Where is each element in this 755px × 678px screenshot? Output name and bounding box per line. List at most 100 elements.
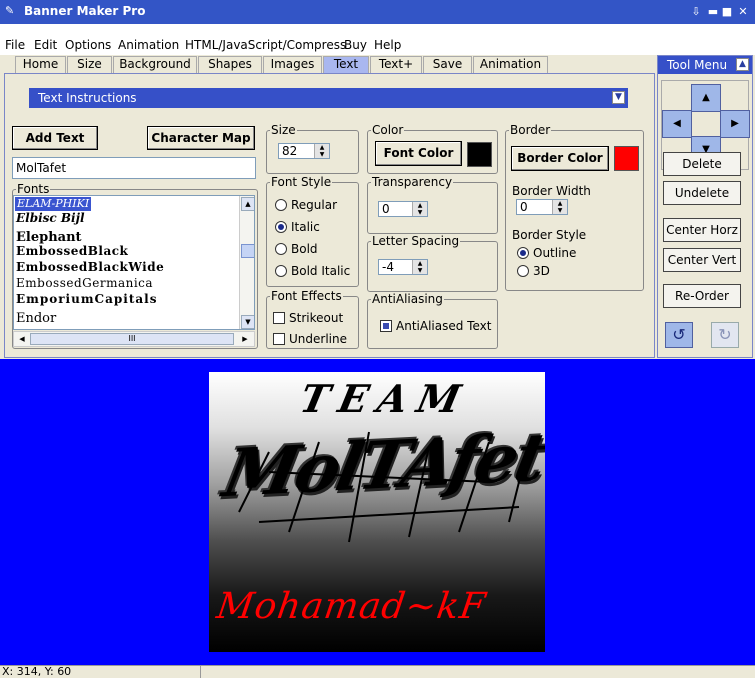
spinner-arrows-icon[interactable]: ▲ ▼ (412, 202, 427, 216)
font-style-label: Font Style (270, 175, 333, 189)
spinner-arrows-icon[interactable]: ▲ ▼ (314, 144, 329, 158)
tab-shapes[interactable]: Shapes (198, 56, 262, 73)
scroll-thumb[interactable] (241, 244, 254, 258)
border-label: Border (509, 123, 552, 137)
tab-text-plus[interactable]: Text+ (370, 56, 422, 73)
fonts-vertical-scrollbar[interactable]: ▲ ▼ (239, 196, 254, 329)
font-item[interactable]: Endor (16, 311, 56, 326)
tab-animation[interactable]: Animation (473, 56, 548, 73)
text-instructions-label: Text Instructions (38, 91, 137, 105)
app-icon: ✎ (5, 4, 15, 17)
font-item[interactable]: ELAM-PHIKI (15, 197, 92, 211)
antialiasing-label: AntiAliasing (371, 292, 444, 306)
font-item[interactable]: EmbossedBlackWide (16, 260, 164, 274)
font-item[interactable]: EmbossedBlack (16, 244, 128, 258)
menu-html-javascript-compress[interactable]: HTML/JavaScript/Compress (185, 38, 346, 52)
tab-images[interactable]: Images (263, 56, 322, 73)
bold-label: Bold (291, 242, 318, 256)
radio-bold-italic[interactable] (275, 265, 287, 277)
status-divider (200, 666, 201, 678)
color-label: Color (371, 123, 405, 137)
font-item[interactable]: EmbossedGermanica (16, 276, 153, 290)
border-style-label: Border Style (512, 228, 587, 242)
rotate-left-icon[interactable]: ↺ (665, 322, 693, 348)
nudge-right-button[interactable]: ▶ (720, 110, 750, 138)
chevron-down-icon[interactable]: ▼ (612, 91, 625, 104)
radio-outline[interactable] (517, 247, 529, 259)
menu-edit[interactable]: Edit (34, 38, 57, 52)
font-item[interactable]: EmporiumCapitals (16, 292, 157, 306)
chevron-up-icon[interactable]: ▲ (736, 58, 749, 71)
window-title: Banner Maker Pro (24, 4, 146, 18)
antialiased-checkbox[interactable] (380, 320, 392, 332)
bold-italic-label: Bold Italic (291, 264, 351, 278)
menu-buy[interactable]: Buy (344, 38, 367, 52)
scroll-left-icon[interactable]: ◀ (15, 333, 29, 345)
radio-italic[interactable] (275, 221, 287, 233)
italic-label: Italic (291, 220, 320, 234)
font-color-swatch[interactable] (467, 142, 492, 167)
scroll-down-icon[interactable]: ▼ (241, 315, 254, 329)
menu-file[interactable]: File (5, 38, 25, 52)
border-width-spinner[interactable]: 0 ▲ ▼ (516, 199, 568, 215)
fonts-list[interactable]: ELAM-PHIKI Elbisc Bijl Elephant Embossed… (13, 195, 255, 330)
font-color-button[interactable]: Font Color (375, 141, 462, 166)
collapse-button[interactable]: ⇩ (688, 5, 704, 19)
menu-animation[interactable]: Animation (118, 38, 179, 52)
nudge-up-button[interactable]: ▲ (691, 84, 721, 112)
transparency-label: Transparency (371, 175, 454, 189)
strikeout-checkbox[interactable] (273, 312, 285, 324)
add-text-button[interactable]: Add Text (12, 126, 98, 150)
text-instructions-dropdown[interactable]: Text Instructions ▼ (29, 88, 628, 108)
banner-splatter (238, 431, 525, 543)
letter-spacing-label: Letter Spacing (371, 234, 461, 248)
scroll-up-icon[interactable]: ▲ (241, 197, 254, 211)
menu-help[interactable]: Help (374, 38, 401, 52)
close-button[interactable]: ✕ (735, 5, 751, 19)
scroll-right-icon[interactable]: ▶ (238, 333, 252, 345)
delete-button[interactable]: Delete (663, 152, 741, 176)
border-color-swatch[interactable] (614, 146, 639, 171)
undelete-button[interactable]: Undelete (663, 181, 741, 205)
center-horz-button[interactable]: Center Horz (663, 218, 741, 242)
tool-menu-title: Tool Menu (667, 58, 728, 72)
text-input[interactable]: MolTafet (12, 157, 256, 179)
font-effects-label: Font Effects (270, 289, 343, 303)
menu-options[interactable]: Options (65, 38, 111, 52)
regular-label: Regular (291, 198, 338, 212)
spinner-arrows-icon[interactable]: ▲ ▼ (552, 200, 567, 214)
maximize-button[interactable]: ■ (719, 5, 735, 19)
tab-text[interactable]: Text (323, 56, 369, 74)
character-map-button[interactable]: Character Map (147, 126, 255, 150)
radio-bold[interactable] (275, 243, 287, 255)
font-item[interactable]: Elephant (16, 230, 82, 245)
tab-save[interactable]: Save (423, 56, 472, 73)
border-color-button[interactable]: Border Color (511, 146, 609, 171)
tab-size[interactable]: Size (67, 56, 112, 73)
tab-background[interactable]: Background (113, 56, 197, 73)
underline-checkbox[interactable] (273, 333, 285, 345)
3d-label: 3D (533, 264, 550, 278)
fonts-horizontal-scrollbar[interactable]: ◀ III ▶ (13, 331, 255, 347)
tool-menu-header: Tool Menu ▲ (658, 56, 752, 74)
font-item[interactable]: Elbisc Bijl (16, 211, 85, 225)
rotate-right-icon[interactable]: ↻ (711, 322, 739, 348)
radio-regular[interactable] (275, 199, 287, 211)
nudge-left-button[interactable]: ◀ (662, 110, 692, 138)
banner-text-signature[interactable]: Mohamad~kF (214, 586, 489, 627)
re-order-button[interactable]: Re-Order (663, 284, 741, 308)
scroll-thumb[interactable]: III (30, 333, 234, 345)
banner-canvas[interactable]: TEAM MolTAfet Mohamad~kF (209, 372, 545, 652)
cursor-coordinates: X: 314, Y: 60 (2, 665, 72, 678)
letter-spacing-spinner[interactable]: -4 ▲ ▼ (378, 259, 428, 275)
center-vert-button[interactable]: Center Vert (663, 248, 741, 272)
transparency-value: 0 (382, 202, 390, 216)
title-bar: ✎ Banner Maker Pro ⇩ ▬ ■ ✕ (0, 0, 755, 24)
transparency-spinner[interactable]: 0 ▲ ▼ (378, 201, 428, 217)
strikeout-label: Strikeout (289, 311, 344, 325)
spinner-arrows-icon[interactable]: ▲ ▼ (412, 260, 427, 274)
size-spinner[interactable]: 82 ▲ ▼ (278, 143, 330, 159)
fonts-label: Fonts (16, 182, 51, 196)
tab-home[interactable]: Home (15, 56, 66, 73)
radio-3d[interactable] (517, 265, 529, 277)
